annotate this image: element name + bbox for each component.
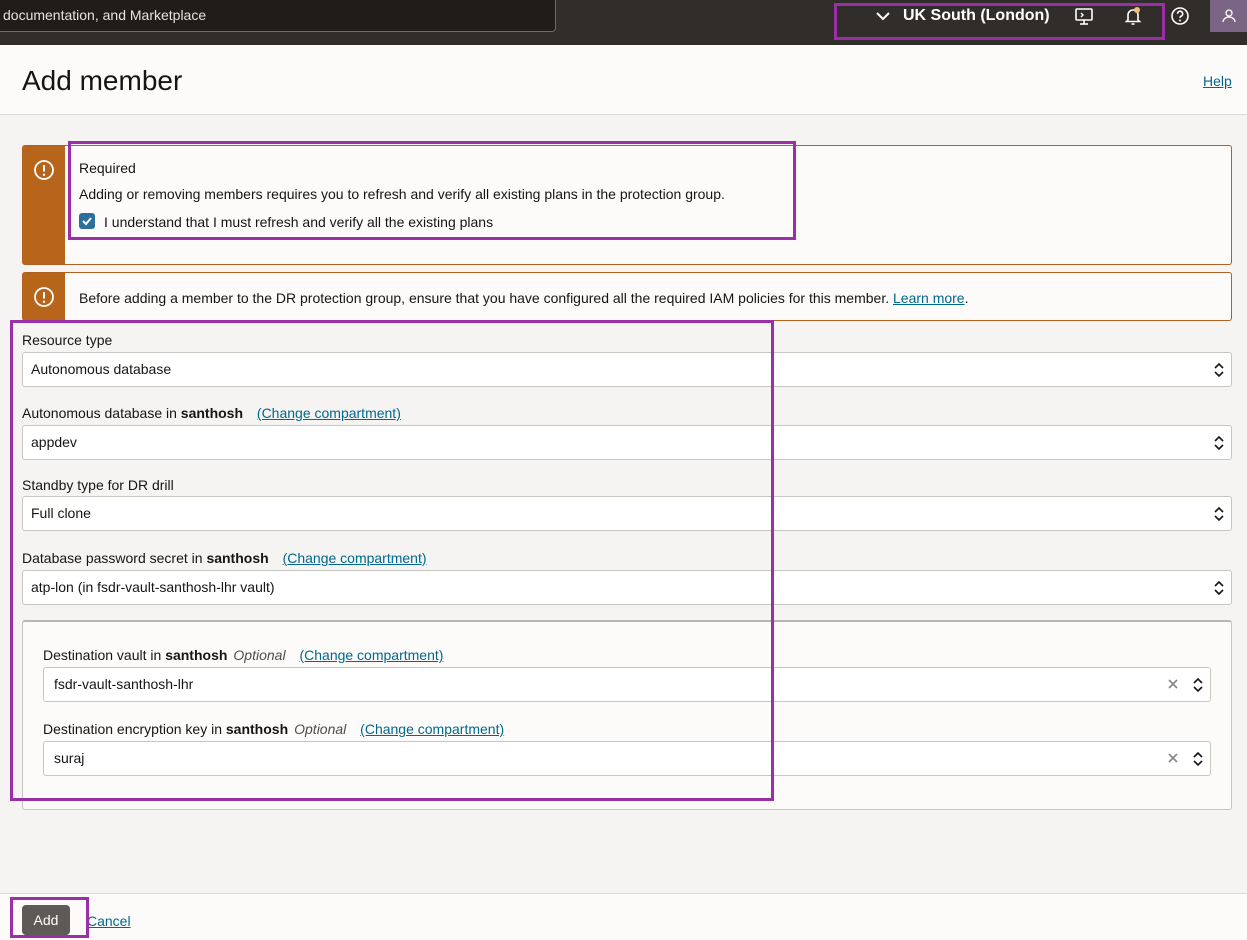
resource-type-select[interactable]: Autonomous database <box>22 352 1232 387</box>
page-title: Add member <box>22 65 183 96</box>
autonomous-db-compartment: santhosh <box>180 405 244 421</box>
select-arrows-icon <box>1214 362 1224 378</box>
dest-key-value: suraj <box>54 750 85 766</box>
dest-vault-optional: Optional <box>233 647 286 663</box>
help-circle-icon[interactable] <box>1169 5 1191 27</box>
search-input[interactable]: documentation, and Marketplace <box>0 0 556 32</box>
autonomous-db-select[interactable]: appdev <box>22 425 1232 460</box>
top-bar: documentation, and Marketplace UK South … <box>0 0 1247 45</box>
password-secret-select[interactable]: atp-lon (in fsdr-vault-santhosh-lhr vaul… <box>22 570 1232 605</box>
dest-vault-label-text: Destination vault in <box>43 647 162 663</box>
required-title: Required <box>79 160 136 176</box>
cancel-link[interactable]: Cancel <box>87 913 131 929</box>
standby-type-value: Full clone <box>31 505 91 521</box>
avatar[interactable] <box>1210 0 1247 32</box>
resource-type-label: Resource type <box>22 332 113 348</box>
select-arrows-icon <box>1193 751 1203 767</box>
select-arrows-icon <box>1214 435 1224 451</box>
page-footer: Add Cancel <box>0 893 1247 940</box>
autonomous-db-change-compartment-link[interactable]: (Change compartment) <box>257 405 401 421</box>
required-notice: Required Adding or removing members requ… <box>22 145 1232 265</box>
dest-key-change-compartment-link[interactable]: (Change compartment) <box>360 721 504 737</box>
understand-checkbox-label[interactable]: I understand that I must refresh and ver… <box>104 214 493 230</box>
dest-vault-compartment: santhosh <box>165 647 228 663</box>
checkmark-icon <box>82 217 92 226</box>
iam-message-line: Before adding a member to the DR protect… <box>79 290 968 306</box>
region-label: UK South (London) <box>903 7 1050 24</box>
cloud-shell-icon[interactable] <box>1073 5 1095 27</box>
select-arrows-icon <box>1214 506 1224 522</box>
dest-vault-value: fsdr-vault-santhosh-lhr <box>54 676 194 692</box>
dest-key-optional: Optional <box>294 721 347 737</box>
dest-key-select[interactable]: suraj <box>43 741 1211 776</box>
learn-more-link[interactable]: Learn more <box>893 290 965 306</box>
password-secret-value: atp-lon (in fsdr-vault-santhosh-lhr vaul… <box>31 579 275 595</box>
select-arrows-icon <box>1193 677 1203 693</box>
resource-type-value: Autonomous database <box>31 361 172 377</box>
dest-key-label-text: Destination encryption key in <box>43 721 222 737</box>
dest-key-compartment: santhosh <box>225 721 289 737</box>
warning-bar <box>23 273 65 320</box>
warning-icon <box>34 160 54 180</box>
password-secret-compartment: santhosh <box>206 550 269 566</box>
user-icon <box>1221 9 1236 23</box>
required-message: Adding or removing members requires you … <box>79 186 725 202</box>
warning-bar <box>23 146 65 264</box>
help-link[interactable]: Help <box>1203 73 1232 89</box>
warning-icon <box>34 287 54 307</box>
page-header: Add member Help <box>0 45 1247 115</box>
iam-message: Before adding a member to the DR protect… <box>79 290 890 306</box>
understand-checkbox[interactable] <box>79 213 95 229</box>
iam-notice: Before adding a member to the DR protect… <box>22 272 1232 321</box>
iam-trailing: . <box>964 290 969 306</box>
notifications-bell-icon[interactable] <box>1122 5 1144 27</box>
autonomous-db-label: Autonomous database in santhosh (Change … <box>22 405 401 421</box>
dest-vault-label: Destination vault in santhosh Optional (C… <box>43 647 443 663</box>
standby-type-label: Standby type for DR drill <box>22 477 174 493</box>
select-arrows-icon <box>1214 580 1224 596</box>
password-secret-label-text: Database password secret in <box>22 550 203 566</box>
add-button[interactable]: Add <box>22 905 70 935</box>
autonomous-db-value: appdev <box>31 434 77 450</box>
autonomous-db-label-text: Autonomous database in <box>22 405 177 421</box>
chevron-down-icon <box>876 12 890 21</box>
clear-icon[interactable] <box>1166 751 1180 765</box>
clear-icon[interactable] <box>1166 677 1180 691</box>
standby-type-select[interactable]: Full clone <box>22 496 1232 531</box>
password-secret-change-compartment-link[interactable]: (Change compartment) <box>283 550 427 566</box>
region-selector[interactable]: UK South (London) <box>874 4 1050 28</box>
dest-vault-select[interactable]: fsdr-vault-santhosh-lhr <box>43 667 1211 702</box>
dest-vault-change-compartment-link[interactable]: (Change compartment) <box>299 647 443 663</box>
password-secret-label: Database password secret in santhosh (Ch… <box>22 550 427 566</box>
dest-key-label: Destination encryption key in santhosh Op… <box>43 721 504 737</box>
